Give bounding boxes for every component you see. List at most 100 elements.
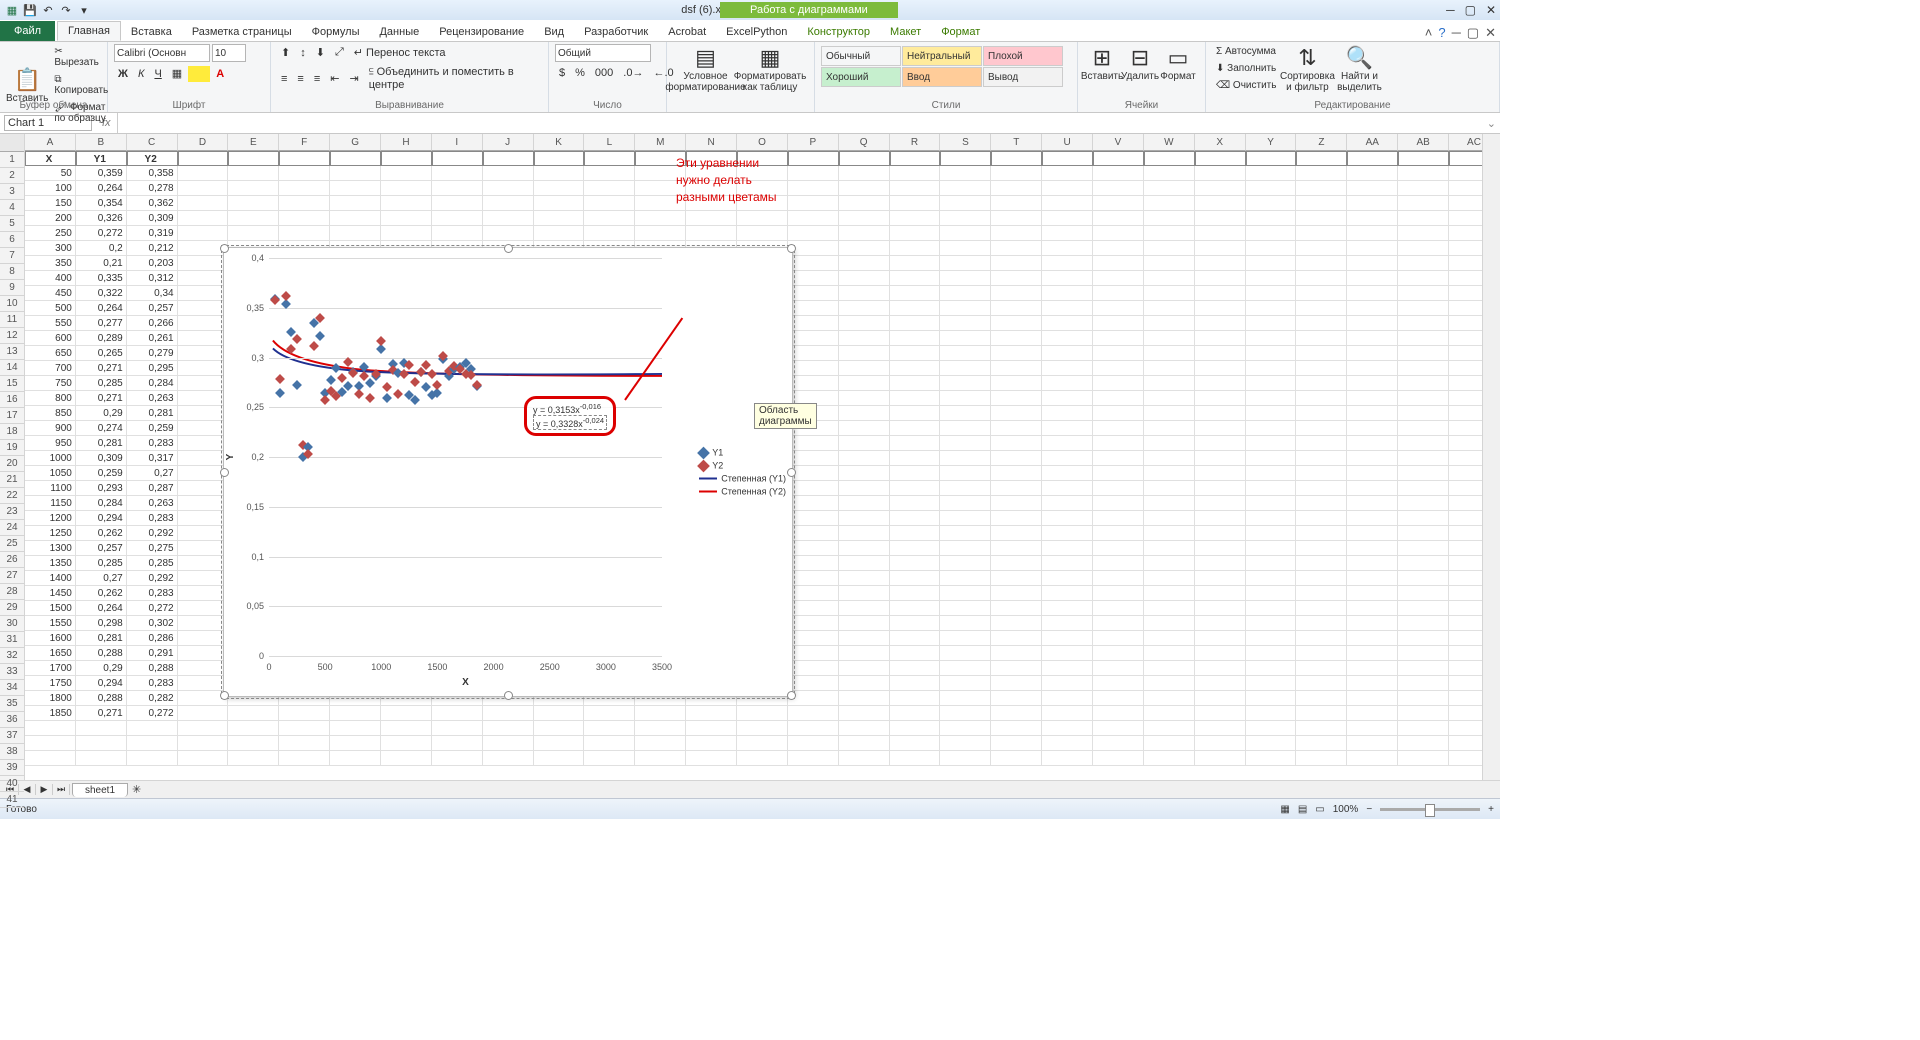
equation-annotation-box[interactable]: y = 0,3153x-0,016 y = 0,3328x-0,024 bbox=[524, 396, 616, 436]
formula-bar[interactable]: ⌄ bbox=[117, 113, 1500, 133]
tab-chart-format[interactable]: Формат bbox=[931, 23, 990, 41]
italic-button[interactable]: К bbox=[134, 66, 148, 82]
tab-chart-design[interactable]: Конструктор bbox=[797, 23, 880, 41]
resize-handle-se[interactable] bbox=[787, 691, 796, 700]
tab-developer[interactable]: Разработчик bbox=[574, 23, 658, 41]
undo-icon[interactable]: ↶ bbox=[40, 2, 56, 18]
workbook-restore-icon[interactable]: ▢ bbox=[1467, 25, 1479, 41]
insert-cells-button[interactable]: ⊞Вставить bbox=[1084, 44, 1120, 82]
equation-2-selected[interactable]: y = 0,3328x-0,024 bbox=[533, 415, 607, 430]
wrap-text-button[interactable]: ↵ Перенос текста bbox=[350, 44, 450, 61]
format-cells-button[interactable]: ▭Формат bbox=[1160, 44, 1196, 82]
resize-handle-s[interactable] bbox=[504, 691, 513, 700]
align-middle-button[interactable]: ↕ bbox=[296, 45, 310, 61]
tab-data[interactable]: Данные bbox=[369, 23, 429, 41]
row-headers[interactable]: 1234567891011121314151617181920212223242… bbox=[0, 134, 25, 780]
copy-button[interactable]: ⧉ Копировать bbox=[50, 72, 112, 98]
clear-button[interactable]: ⌫ Очистить bbox=[1212, 78, 1280, 93]
tab-chart-layout[interactable]: Макет bbox=[880, 23, 931, 41]
tab-review[interactable]: Рецензирование bbox=[429, 23, 534, 41]
maximize-icon[interactable]: ▢ bbox=[1465, 3, 1476, 17]
zoom-out-icon[interactable]: − bbox=[1366, 804, 1372, 815]
align-top-button[interactable]: ⬆ bbox=[277, 44, 294, 61]
sheet[interactable]: ABCDEFGHIJKLMNOPQRSTUVWXYZAAABAC XY1Y250… bbox=[25, 134, 1500, 780]
resize-handle-n[interactable] bbox=[504, 244, 513, 253]
save-icon[interactable]: 💾 bbox=[22, 2, 38, 18]
align-center-button[interactable]: ≡ bbox=[293, 71, 307, 87]
legend-item-y2[interactable]: Y2 bbox=[699, 461, 786, 471]
tab-acrobat[interactable]: Acrobat bbox=[658, 23, 716, 41]
column-headers[interactable]: ABCDEFGHIJKLMNOPQRSTUVWXYZAAABAC bbox=[25, 134, 1500, 151]
zoom-slider[interactable] bbox=[1380, 808, 1480, 811]
minimize-icon[interactable]: ─ bbox=[1446, 3, 1455, 17]
view-normal-icon[interactable]: ▦ bbox=[1280, 804, 1289, 815]
legend-item-trend-y2[interactable]: Степенная (Y2) bbox=[699, 487, 786, 497]
find-select-button[interactable]: 🔍Найти и выделить bbox=[1334, 44, 1384, 93]
underline-button[interactable]: Ч bbox=[150, 66, 165, 82]
indent-dec-button[interactable]: ⇤ bbox=[326, 70, 343, 87]
close-icon[interactable]: ✕ bbox=[1486, 3, 1496, 17]
legend-item-y1[interactable]: Y1 bbox=[699, 448, 786, 458]
indent-inc-button[interactable]: ⇥ bbox=[345, 70, 362, 87]
percent-button[interactable]: % bbox=[571, 65, 589, 81]
select-all-corner[interactable] bbox=[0, 134, 24, 152]
currency-button[interactable]: $ bbox=[555, 65, 569, 81]
fill-button[interactable]: ⬇ Заполнить bbox=[1212, 61, 1280, 76]
tab-page-layout[interactable]: Разметка страницы bbox=[182, 23, 302, 41]
paste-button[interactable]: 📋Вставить bbox=[6, 66, 48, 104]
formula-expand-icon[interactable]: ⌄ bbox=[1487, 117, 1496, 130]
sort-filter-button[interactable]: ⇅Сортировка и фильтр bbox=[1282, 44, 1332, 93]
redo-icon[interactable]: ↷ bbox=[58, 2, 74, 18]
plot-area[interactable]: X Y 00,050,10,150,20,250,30,350,40500100… bbox=[269, 258, 662, 656]
tab-file[interactable]: Файл bbox=[0, 21, 55, 41]
comma-button[interactable]: 000 bbox=[591, 65, 617, 81]
border-button[interactable]: ▦ bbox=[168, 65, 186, 82]
vertical-scrollbar[interactable] bbox=[1482, 134, 1500, 780]
chart-legend[interactable]: Y1 Y2 Степенная (Y1) Степенная (Y2) bbox=[699, 445, 786, 500]
font-color-button[interactable]: А bbox=[212, 66, 228, 82]
cell-styles-gallery[interactable]: Обычный Нейтральный Плохой Хороший Ввод … bbox=[821, 44, 1071, 87]
conditional-formatting-button[interactable]: ▤Условное форматирование bbox=[673, 44, 738, 93]
x-axis-title[interactable]: X bbox=[269, 677, 662, 688]
qat-customize-icon[interactable]: ▾ bbox=[76, 2, 92, 18]
orientation-button[interactable]: ⤢ bbox=[331, 44, 348, 61]
legend-item-trend-y1[interactable]: Степенная (Y1) bbox=[699, 474, 786, 484]
chart-tooltip: Область диаграммы bbox=[754, 403, 817, 429]
zoom-in-icon[interactable]: + bbox=[1488, 804, 1494, 815]
view-break-icon[interactable]: ▭ bbox=[1315, 804, 1324, 815]
minimize-ribbon-icon[interactable]: ˄ bbox=[1425, 25, 1433, 41]
delete-cells-button[interactable]: ⊟Удалить bbox=[1122, 44, 1158, 82]
format-as-table-button[interactable]: ▦Форматировать как таблицу bbox=[740, 44, 800, 93]
bold-button[interactable]: Ж bbox=[114, 66, 132, 82]
embedded-chart[interactable]: X Y 00,050,10,150,20,250,30,350,40500100… bbox=[223, 247, 793, 697]
zoom-level[interactable]: 100% bbox=[1333, 804, 1359, 815]
workbook-min-icon[interactable]: ─ bbox=[1452, 25, 1461, 41]
resize-handle-nw[interactable] bbox=[220, 244, 229, 253]
number-format-combo[interactable]: Общий bbox=[555, 44, 651, 62]
sheet-tab-1[interactable]: sheet1 bbox=[72, 783, 128, 797]
help-icon[interactable]: ? bbox=[1438, 25, 1445, 41]
autosum-button[interactable]: Σ Автосумма bbox=[1212, 44, 1280, 59]
resize-handle-ne[interactable] bbox=[787, 244, 796, 253]
equation-1[interactable]: y = 0,3153x-0,016 bbox=[533, 402, 607, 415]
tab-home[interactable]: Главная bbox=[57, 21, 121, 41]
view-layout-icon[interactable]: ▤ bbox=[1298, 804, 1307, 815]
align-right-button[interactable]: ≡ bbox=[310, 71, 324, 87]
tab-excelpython[interactable]: ExcelPython bbox=[716, 23, 797, 41]
resize-handle-e[interactable] bbox=[787, 468, 796, 477]
font-name-combo[interactable]: Calibri (Основн bbox=[114, 44, 210, 62]
new-sheet-icon[interactable]: ✳ bbox=[132, 783, 141, 796]
align-bottom-button[interactable]: ⬇ bbox=[312, 44, 329, 61]
fill-color-button[interactable] bbox=[188, 66, 210, 82]
font-size-combo[interactable]: 10 bbox=[212, 44, 246, 62]
cut-button[interactable]: ✂ Вырезать bbox=[50, 44, 112, 70]
resize-handle-w[interactable] bbox=[220, 468, 229, 477]
tab-view[interactable]: Вид bbox=[534, 23, 574, 41]
inc-decimal-button[interactable]: .0→ bbox=[619, 65, 647, 81]
align-left-button[interactable]: ≡ bbox=[277, 71, 291, 87]
tab-formulas[interactable]: Формулы bbox=[302, 23, 370, 41]
resize-handle-sw[interactable] bbox=[220, 691, 229, 700]
workbook-close-icon[interactable]: ✕ bbox=[1485, 25, 1496, 41]
tab-insert[interactable]: Вставка bbox=[121, 23, 182, 41]
merge-button[interactable]: ⫅ Объединить и поместить в центре bbox=[365, 64, 542, 93]
